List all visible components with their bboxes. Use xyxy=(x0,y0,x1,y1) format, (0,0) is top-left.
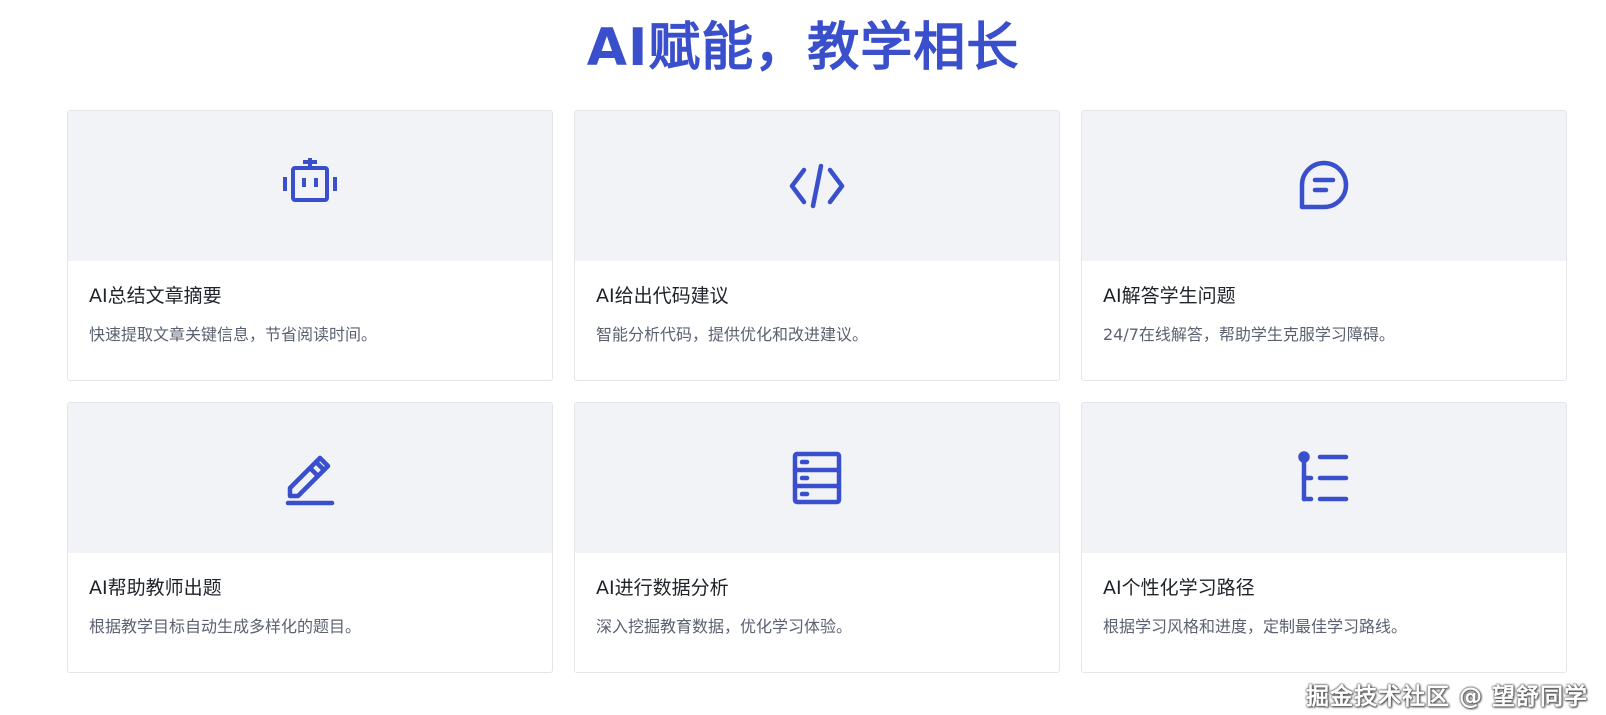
feature-card-data[interactable]: AI进行数据分析 深入挖掘教育数据，优化学习体验。 xyxy=(574,402,1060,673)
feature-card-summary[interactable]: AI总结文章摘要 快速提取文章关键信息，节省阅读时间。 xyxy=(67,110,553,381)
card-icon-area xyxy=(68,403,552,553)
card-icon-area xyxy=(575,403,1059,553)
card-description: 根据学习风格和进度，定制最佳学习路线。 xyxy=(1103,617,1408,636)
ordered-list-icon xyxy=(1294,448,1354,508)
feature-grid: AI总结文章摘要 快速提取文章关键信息，节省阅读时间。 AI给出代码建议 智能分… xyxy=(67,110,1571,673)
feature-card-path[interactable]: AI个性化学习路径 根据学习风格和进度，定制最佳学习路线。 xyxy=(1081,402,1567,673)
card-title: AI进行数据分析 xyxy=(596,577,729,599)
page-title: AI赋能，教学相长 xyxy=(586,18,1020,78)
card-body: AI个性化学习路径 根据学习风格和进度，定制最佳学习路线。 xyxy=(1082,553,1566,639)
code-icon xyxy=(787,156,847,216)
feature-card-code[interactable]: AI给出代码建议 智能分析代码，提供优化和改进建议。 xyxy=(574,110,1060,381)
card-body: AI帮助教师出题 根据教学目标自动生成多样化的题目。 xyxy=(68,553,552,639)
storage-icon xyxy=(787,448,847,508)
card-icon-area xyxy=(1082,111,1566,261)
card-icon-area xyxy=(68,111,552,261)
card-title: AI给出代码建议 xyxy=(596,285,729,307)
robot-icon xyxy=(280,156,340,216)
card-icon-area xyxy=(1082,403,1566,553)
edit-pen-icon xyxy=(280,448,340,508)
page: AI赋能，教学相长 AI总结文章摘要 快速提取文章关键信息，节省阅读时间。 AI… xyxy=(0,0,1606,715)
card-description: 24/7在线解答，帮助学生克服学习障碍。 xyxy=(1103,325,1395,344)
card-title: AI帮助教师出题 xyxy=(89,577,222,599)
feature-card-question[interactable]: AI帮助教师出题 根据教学目标自动生成多样化的题目。 xyxy=(67,402,553,673)
card-description: 深入挖掘教育数据，优化学习体验。 xyxy=(596,617,853,636)
feature-card-answer[interactable]: AI解答学生问题 24/7在线解答，帮助学生克服学习障碍。 xyxy=(1081,110,1567,381)
message-icon xyxy=(1294,156,1354,216)
card-title: AI总结文章摘要 xyxy=(89,285,222,307)
card-title: AI解答学生问题 xyxy=(1103,285,1236,307)
card-body: AI给出代码建议 智能分析代码，提供优化和改进建议。 xyxy=(575,261,1059,347)
card-icon-area xyxy=(575,111,1059,261)
card-description: 智能分析代码，提供优化和改进建议。 xyxy=(596,325,869,344)
watermark: 掘金技术社区 @ 望舒同学 xyxy=(1305,684,1588,710)
card-title: AI个性化学习路径 xyxy=(1103,577,1255,599)
card-body: AI总结文章摘要 快速提取文章关键信息，节省阅读时间。 xyxy=(68,261,552,347)
card-body: AI解答学生问题 24/7在线解答，帮助学生克服学习障碍。 xyxy=(1082,261,1566,347)
card-description: 快速提取文章关键信息，节省阅读时间。 xyxy=(89,325,378,344)
card-body: AI进行数据分析 深入挖掘教育数据，优化学习体验。 xyxy=(575,553,1059,639)
card-description: 根据教学目标自动生成多样化的题目。 xyxy=(89,617,362,636)
